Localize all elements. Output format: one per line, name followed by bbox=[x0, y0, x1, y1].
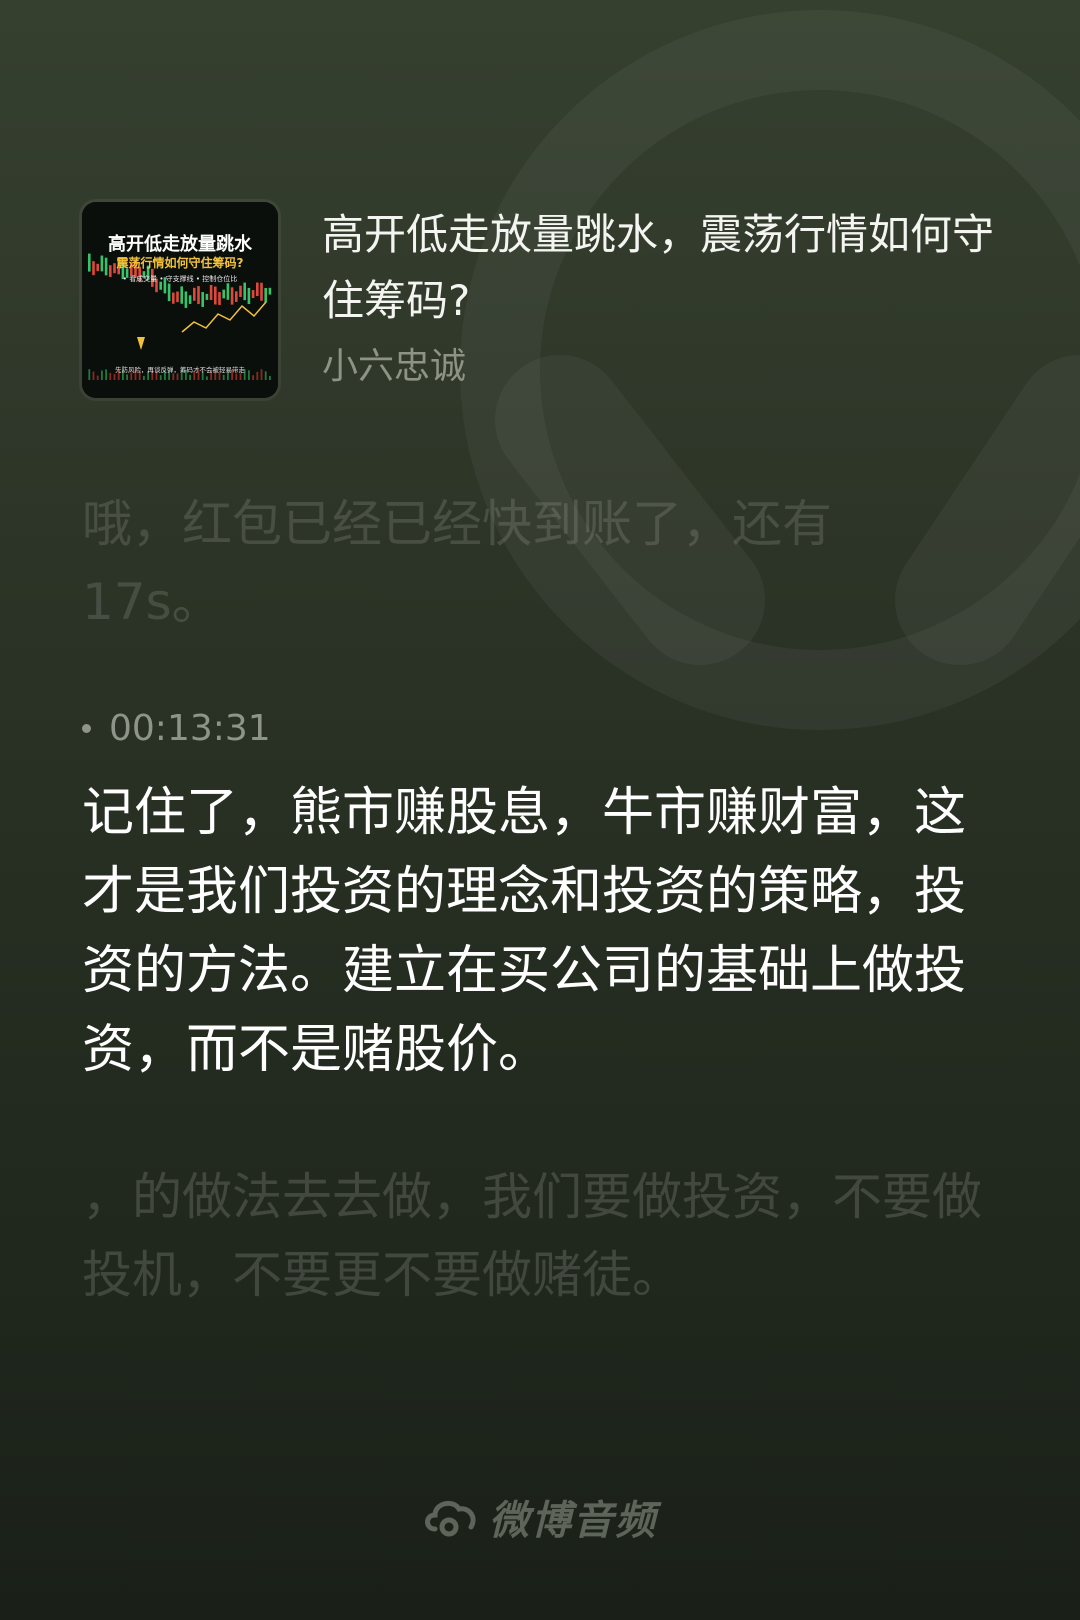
timestamp-text: 00:13:31 bbox=[109, 708, 271, 749]
episode-title[interactable]: 高开低走放量跳水，震荡行情如何守住筹码? bbox=[322, 202, 1002, 334]
cover-candle bbox=[201, 292, 204, 307]
cover-subheadline: 震荡行情如何守住筹码? bbox=[116, 256, 244, 270]
cover-volume-bar bbox=[206, 376, 208, 380]
cover-candle bbox=[188, 295, 192, 304]
current-timestamp: 00:13:31 bbox=[82, 708, 271, 749]
cover-candle bbox=[214, 286, 217, 305]
cover-candle bbox=[193, 287, 196, 301]
cover-volume-bar bbox=[113, 374, 116, 380]
cover-candle bbox=[205, 293, 209, 300]
transcript-previous-line[interactable]: 哦，红包已经已经快到账了，还有17s。 bbox=[82, 485, 942, 641]
watermark-text: 微博音频 bbox=[489, 1498, 657, 1544]
cover-volume-bar bbox=[176, 373, 179, 380]
cover-candle bbox=[222, 289, 225, 299]
episode-author[interactable]: 小六忠诚 bbox=[322, 342, 466, 392]
cover-candle bbox=[260, 282, 263, 301]
cover-candle bbox=[268, 287, 272, 295]
cover-volume-bar bbox=[239, 373, 242, 380]
cover-volume-bar bbox=[172, 373, 175, 380]
cover-candle bbox=[226, 283, 230, 300]
transcript-next-line[interactable]: ，的做法去去做，我们要做投资，不要做投机，不要更不要做赌徒。 bbox=[82, 1158, 992, 1314]
cover-candle bbox=[197, 286, 200, 305]
cover-tags: • 看成交量 • 守支撑线 • 控制仓位比 bbox=[122, 275, 238, 283]
cover-candle bbox=[172, 292, 175, 304]
cover-candle bbox=[176, 291, 179, 303]
cover-volume-bar bbox=[143, 376, 145, 380]
episode-cover-image[interactable]: 高开低走放量跳水 震荡行情如何守住筹码? • 看成交量 • 守支撑线 • 控制仓… bbox=[82, 202, 278, 398]
episode-header: 高开低走放量跳水 震荡行情如何守住筹码? • 看成交量 • 守支撑线 • 控制仓… bbox=[82, 202, 1002, 402]
cover-volume-bar bbox=[96, 375, 99, 380]
cover-footer: 先防风险，再谈反弹，筹码才不会被轻易带走 bbox=[115, 366, 245, 374]
weibo-audio-logo-icon bbox=[425, 1500, 476, 1537]
cover-candle bbox=[235, 291, 238, 302]
cover-candle bbox=[264, 287, 267, 303]
cover-headline: 高开低走放量跳水 bbox=[108, 234, 252, 255]
timestamp-dot-icon bbox=[82, 724, 91, 733]
cover-candle bbox=[239, 285, 242, 297]
cover-candle bbox=[180, 286, 183, 304]
transcript-current-line[interactable]: 记住了，熊市赚股息，牛市赚财富，这才是我们投资的理念和投资的策略，投资的方法。建… bbox=[82, 774, 992, 1090]
cover-volume-bar bbox=[189, 374, 191, 380]
cover-candle bbox=[167, 283, 171, 302]
cover-volume-bar bbox=[222, 374, 225, 380]
cover-candle bbox=[247, 287, 251, 305]
cover-candle bbox=[243, 282, 246, 301]
cover-volume-bar bbox=[252, 375, 254, 380]
cover-candle bbox=[218, 292, 221, 305]
weibo-audio-watermark: 微博音频 bbox=[0, 1487, 1080, 1547]
cover-candle bbox=[251, 290, 255, 299]
cover-candle bbox=[230, 287, 234, 305]
cover-candle bbox=[184, 291, 188, 308]
cover-volume-bar bbox=[126, 374, 128, 380]
cover-candle bbox=[209, 285, 213, 300]
cover-volume-bar bbox=[269, 375, 271, 380]
cover-candle bbox=[256, 282, 259, 297]
cover-volume-bar bbox=[159, 375, 162, 380]
cover-volume-bar bbox=[235, 373, 238, 380]
